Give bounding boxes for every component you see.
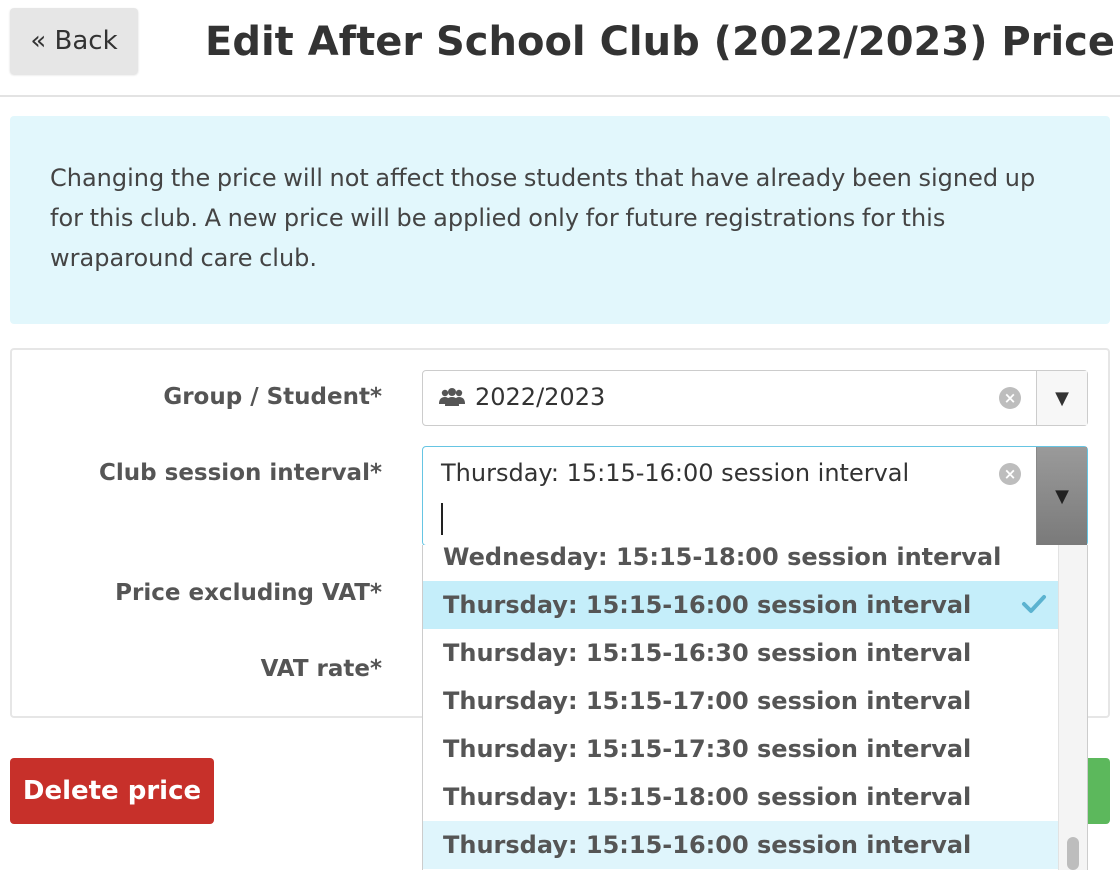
group-dropdown-arrow-icon[interactable]: ▼ xyxy=(1036,371,1087,425)
save-button[interactable] xyxy=(1086,758,1110,824)
session-interval-label: Club session interval* xyxy=(99,460,382,486)
info-alert: Changing the price will not affect those… xyxy=(10,116,1110,324)
session-interval-dropdown[interactable]: Wednesday: 15:15-18:00 session interval … xyxy=(422,545,1088,870)
group-icon xyxy=(439,388,465,406)
info-text: Changing the price will not affect those… xyxy=(50,164,1036,272)
group-student-value: 2022/2023 xyxy=(475,383,606,411)
session-interval-value: Thursday: 15:15-16:00 session interval xyxy=(441,459,910,487)
dropdown-option[interactable]: Thursday: 15:15-17:30 session interval xyxy=(423,725,1059,773)
dropdown-scroll-thumb[interactable] xyxy=(1067,837,1079,870)
clear-session-icon[interactable]: × xyxy=(999,463,1021,485)
dropdown-option[interactable]: Thursday: 15:15-17:00 session interval xyxy=(423,677,1059,725)
dropdown-scrollbar[interactable] xyxy=(1058,545,1087,870)
dropdown-option-selected[interactable]: Thursday: 15:15-16:00 session interval xyxy=(423,581,1059,629)
vat-rate-label: VAT rate* xyxy=(260,656,382,682)
dropdown-option[interactable]: Wednesday: 15:15-18:00 session interval xyxy=(423,545,1059,581)
back-button[interactable]: « Back xyxy=(10,8,138,74)
group-student-label: Group / Student* xyxy=(163,384,382,410)
dropdown-option-label: Thursday: 15:15-16:00 session interval xyxy=(443,591,972,619)
check-icon xyxy=(1022,595,1046,613)
search-text-cursor[interactable] xyxy=(441,503,443,535)
group-student-select[interactable]: 2022/2023 × ▼ xyxy=(422,370,1088,426)
session-dropdown-arrow-icon[interactable]: ▼ xyxy=(1036,447,1087,545)
dropdown-option[interactable]: Thursday: 15:15-16:30 session interval xyxy=(423,629,1059,677)
clear-group-icon[interactable]: × xyxy=(999,387,1021,409)
price-excluding-vat-label: Price excluding VAT* xyxy=(115,580,382,606)
dropdown-option[interactable]: Thursday: 15:15-18:00 session interval xyxy=(423,773,1059,821)
dropdown-option-highlighted[interactable]: Thursday: 15:15-16:00 session interval xyxy=(423,821,1059,869)
delete-price-button[interactable]: Delete price xyxy=(10,758,214,824)
page-header: « Back Edit After School Club (2022/2023… xyxy=(0,0,1120,97)
page-title: Edit After School Club (2022/2023) Price xyxy=(205,19,1116,65)
session-interval-select[interactable]: Thursday: 15:15-16:00 session interval ×… xyxy=(422,446,1088,546)
